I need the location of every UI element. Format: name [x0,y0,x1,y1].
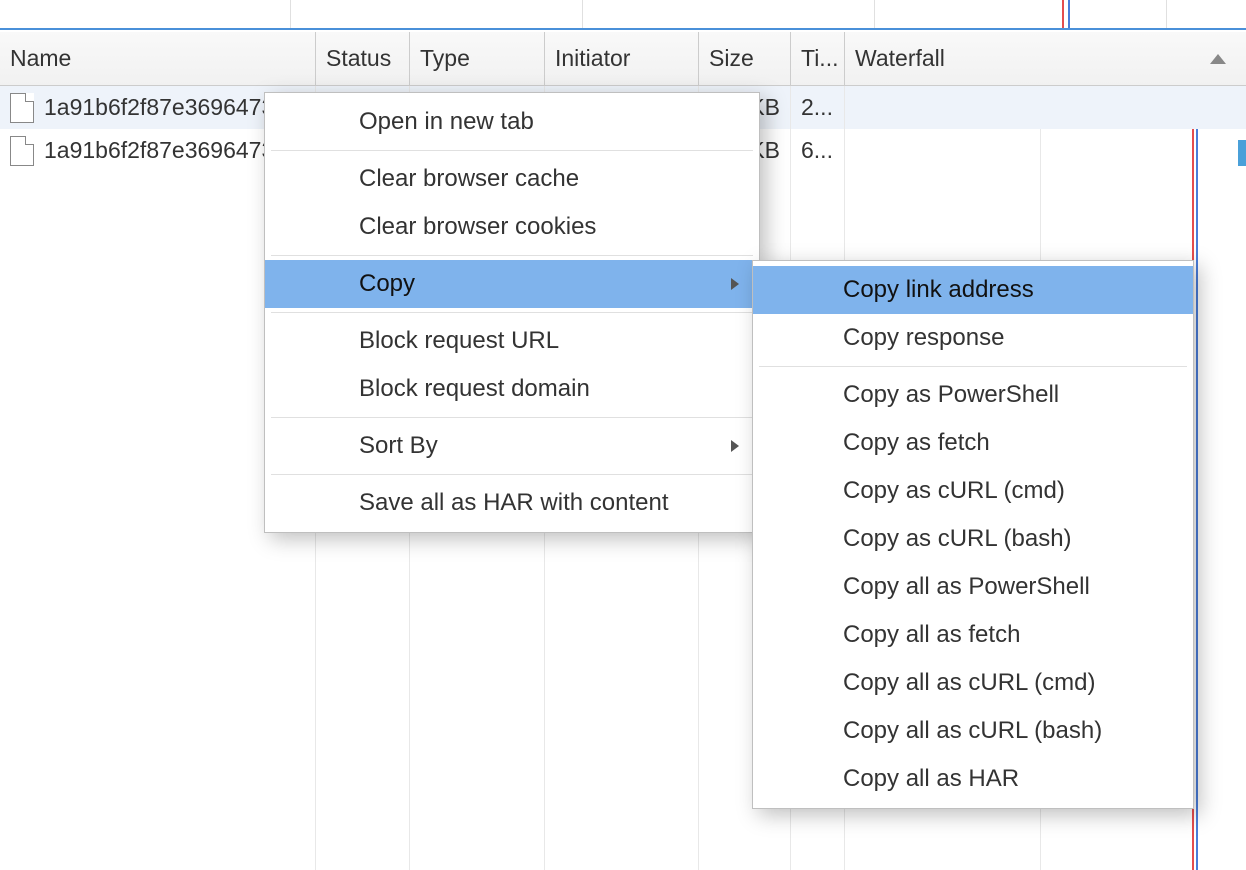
submenu-copy-all-as-fetch[interactable]: Copy all as fetch [753,611,1193,659]
menu-clear-browser-cookies[interactable]: Clear browser cookies [265,203,759,251]
submenu-arrow-icon [731,440,739,452]
menu-item-label: Copy as cURL (cmd) [843,477,1065,505]
file-icon [10,93,34,123]
submenu-copy-all-as-powershell[interactable]: Copy all as PowerShell [753,563,1193,611]
submenu-copy-all-as-curl-bash[interactable]: Copy all as cURL (bash) [753,707,1193,755]
menu-clear-browser-cache[interactable]: Clear browser cache [265,155,759,203]
menu-item-label: Open in new tab [359,108,534,136]
menu-item-label: Copy as fetch [843,429,990,457]
request-time: 2... [791,86,845,129]
file-icon [10,136,34,166]
menu-item-label: Block request URL [359,327,559,355]
menu-item-label: Copy all as cURL (cmd) [843,669,1096,697]
request-name: 1a91b6f2f87e3696473 [44,94,274,121]
column-header-time[interactable]: Ti... [791,32,845,85]
submenu-copy-as-powershell[interactable]: Copy as PowerShell [753,371,1193,419]
menu-item-label: Clear browser cookies [359,213,596,241]
submenu-copy-as-curl-cmd[interactable]: Copy as cURL (cmd) [753,467,1193,515]
submenu-copy-as-fetch[interactable]: Copy as fetch [753,419,1193,467]
request-time: 6... [791,129,845,172]
menu-block-request-url[interactable]: Block request URL [265,317,759,365]
menu-item-label: Clear browser cache [359,165,579,193]
menu-separator [271,474,753,475]
menu-item-label: Copy all as PowerShell [843,573,1090,601]
menu-sort-by[interactable]: Sort By [265,422,759,470]
menu-item-label: Copy all as fetch [843,621,1020,649]
menu-item-label: Copy all as HAR [843,765,1019,793]
menu-separator [271,417,753,418]
column-header-type[interactable]: Type [410,32,545,85]
column-header-status[interactable]: Status [316,32,410,85]
menu-item-label: Copy as cURL (bash) [843,525,1072,553]
menu-item-label: Copy as PowerShell [843,381,1059,409]
menu-separator [271,255,753,256]
menu-item-label: Copy response [843,324,1004,352]
menu-item-label: Copy link address [843,276,1034,304]
menu-copy[interactable]: Copy [265,260,759,308]
submenu-arrow-icon [731,278,739,290]
menu-save-all-as-har[interactable]: Save all as HAR with content [265,479,759,527]
column-header-name[interactable]: Name [0,32,316,85]
column-header-initiator[interactable]: Initiator [545,32,699,85]
menu-item-label: Block request domain [359,375,590,403]
menu-separator [759,366,1187,367]
column-header-size[interactable]: Size [699,32,791,85]
timeline-overview[interactable] [0,0,1246,30]
request-name: 1a91b6f2f87e3696473 [44,137,274,164]
menu-open-in-new-tab[interactable]: Open in new tab [265,98,759,146]
menu-item-label: Save all as HAR with content [359,489,668,517]
submenu-copy-all-as-curl-cmd[interactable]: Copy all as cURL (cmd) [753,659,1193,707]
submenu-copy-response[interactable]: Copy response [753,314,1193,362]
column-header-waterfall-label: Waterfall [855,45,945,72]
menu-item-label: Copy all as cURL (bash) [843,717,1102,745]
menu-item-label: Copy [359,270,415,298]
menu-block-request-domain[interactable]: Block request domain [265,365,759,413]
submenu-copy-all-as-har[interactable]: Copy all as HAR [753,755,1193,803]
column-header-waterfall[interactable]: Waterfall [845,32,1246,85]
menu-item-label: Sort By [359,432,438,460]
menu-separator [271,150,753,151]
scrollbar-thumb[interactable] [1238,140,1246,166]
network-table-header: Name Status Type Initiator Size Ti... Wa… [0,32,1246,86]
submenu-copy-as-curl-bash[interactable]: Copy as cURL (bash) [753,515,1193,563]
menu-separator [271,312,753,313]
sort-ascending-icon [1210,54,1226,64]
context-menu: Open in new tab Clear browser cache Clea… [264,92,760,533]
copy-submenu: Copy link address Copy response Copy as … [752,260,1194,809]
submenu-copy-link-address[interactable]: Copy link address [753,266,1193,314]
